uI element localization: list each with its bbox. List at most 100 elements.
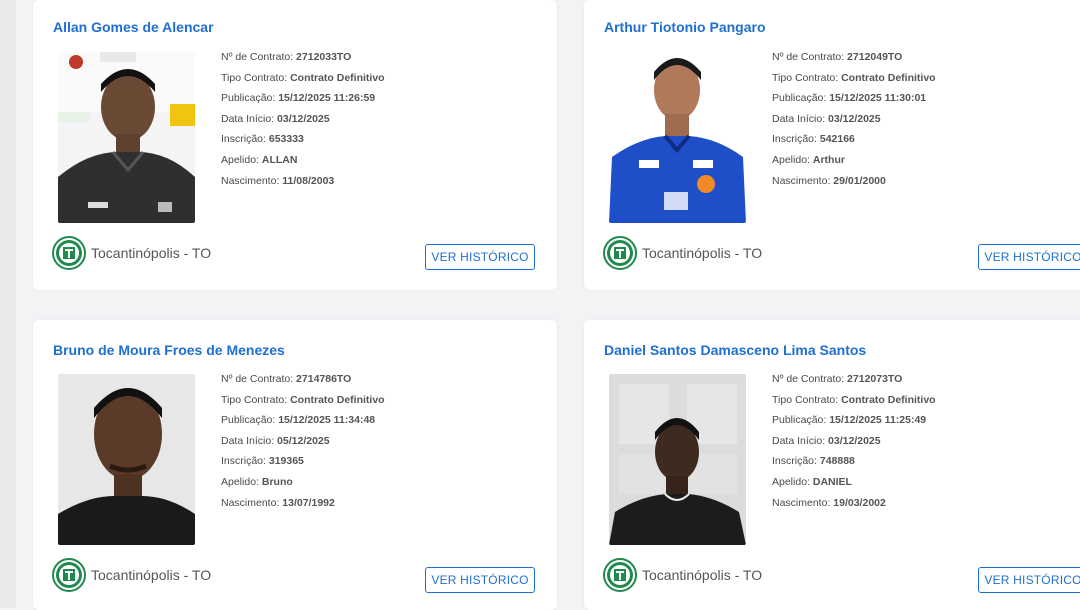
- registration-value: 748888: [819, 455, 855, 468]
- start-date-label: Data Início:: [772, 434, 826, 447]
- club-info: Tocantinópolis - TO: [52, 558, 211, 592]
- publication-value: 15/12/2025 11:25:49: [829, 414, 927, 427]
- birth-label: Nascimento:: [221, 174, 280, 187]
- nickname-label: Apelido:: [221, 475, 259, 488]
- birth-label: Nascimento:: [772, 496, 831, 509]
- registration-label: Inscrição:: [772, 455, 817, 468]
- publication-row: Publicação: 15/12/2025 11:34:48: [221, 410, 385, 431]
- club-name: Tocantinópolis - TO: [91, 567, 212, 583]
- view-history-button[interactable]: VER HISTÓRICO: [978, 244, 1080, 270]
- registration-value: 542166: [819, 133, 855, 146]
- contract-number-value: 2712073TO: [847, 373, 903, 385]
- player-card: Allan Gomes de Alencar Nº de Contrato: 2…: [33, 0, 557, 290]
- nickname-label: Apelido:: [772, 475, 810, 488]
- registration-row: Inscrição: 319365: [221, 451, 385, 472]
- player-details: Nº de Contrato: 2712033TO Tipo Contrato:…: [221, 47, 385, 191]
- contract-type-value: Contrato Definitivo: [841, 393, 936, 406]
- publication-row: Publicação: 15/12/2025 11:30:01: [772, 88, 936, 109]
- nickname-row: Apelido: Arthur: [772, 150, 936, 171]
- publication-label: Publicação:: [772, 92, 827, 105]
- nickname-value: Bruno: [261, 475, 293, 488]
- view-history-button[interactable]: VER HISTÓRICO: [978, 567, 1080, 593]
- birth-value: 11/08/2003: [282, 174, 335, 187]
- publication-label: Publicação:: [221, 92, 276, 105]
- start-date-row: Data Início: 03/12/2025: [221, 109, 385, 130]
- start-date-label: Data Início:: [221, 112, 275, 125]
- contract-number-value: 2712033TO: [296, 51, 352, 63]
- nickname-row: Apelido: Bruno: [221, 472, 385, 493]
- start-date-value: 03/12/2025: [277, 112, 330, 125]
- contract-number-label: Nº de Contrato:: [772, 51, 845, 63]
- contract-type-label: Tipo Contrato:: [221, 71, 288, 84]
- player-name[interactable]: Daniel Santos Damasceno Lima Santos: [604, 342, 866, 358]
- birth-label: Nascimento:: [772, 174, 831, 187]
- contract-type-value: Contrato Definitivo: [290, 393, 385, 406]
- start-date-row: Data Início: 05/12/2025: [221, 431, 385, 452]
- club-info: Tocantinópolis - TO: [52, 236, 211, 270]
- player-name[interactable]: Arthur Tiotonio Pangaro: [604, 19, 766, 35]
- club-name: Tocantinópolis - TO: [642, 245, 763, 261]
- contract-type-row: Tipo Contrato: Contrato Definitivo: [221, 68, 385, 89]
- registration-label: Inscrição:: [221, 455, 266, 468]
- contract-type-value: Contrato Definitivo: [841, 71, 936, 84]
- nickname-label: Apelido:: [772, 153, 810, 166]
- player-details: Nº de Contrato: 2714786TO Tipo Contrato:…: [221, 369, 385, 513]
- contract-type-label: Tipo Contrato:: [772, 393, 839, 406]
- player-card: Bruno de Moura Froes de Menezes Nº de Co…: [33, 320, 557, 610]
- contract-number-value: 2712049TO: [847, 51, 903, 63]
- registration-label: Inscrição:: [772, 133, 817, 146]
- birth-row: Nascimento: 19/03/2002: [772, 493, 936, 514]
- club-name: Tocantinópolis - TO: [91, 245, 212, 261]
- view-history-button[interactable]: VER HISTÓRICO: [425, 567, 535, 593]
- birth-value: 13/07/1992: [282, 496, 335, 509]
- publication-label: Publicação:: [772, 414, 827, 427]
- contract-number-value: 2714786TO: [296, 373, 352, 385]
- player-card: Arthur Tiotonio Pangaro Nº de Contrato: …: [584, 0, 1080, 290]
- nickname-label: Apelido:: [221, 153, 259, 166]
- nickname-value: ALLAN: [261, 153, 298, 166]
- view-history-button[interactable]: VER HISTÓRICO: [425, 244, 535, 270]
- player-photo: [609, 52, 746, 223]
- tocantinopolis-crest-icon: [603, 236, 637, 270]
- club-info: Tocantinópolis - TO: [603, 236, 762, 270]
- contract-type-value: Contrato Definitivo: [290, 71, 385, 84]
- player-details: Nº de Contrato: 2712049TO Tipo Contrato:…: [772, 47, 936, 191]
- publication-value: 15/12/2025 11:34:48: [278, 414, 376, 427]
- nickname-row: Apelido: ALLAN: [221, 150, 385, 171]
- contract-type-row: Tipo Contrato: Contrato Definitivo: [772, 390, 936, 411]
- contract-type-label: Tipo Contrato:: [772, 71, 839, 84]
- contract-number-row: Nº de Contrato: 2712033TO: [221, 47, 385, 68]
- birth-row: Nascimento: 13/07/1992: [221, 493, 385, 514]
- registration-value: 319365: [268, 455, 304, 468]
- player-name[interactable]: Allan Gomes de Alencar: [53, 19, 214, 35]
- start-date-label: Data Início:: [221, 434, 275, 447]
- registration-value: 653333: [268, 133, 304, 146]
- player-details: Nº de Contrato: 2712073TO Tipo Contrato:…: [772, 369, 936, 513]
- birth-row: Nascimento: 29/01/2000: [772, 171, 936, 192]
- club-info: Tocantinópolis - TO: [603, 558, 762, 592]
- publication-value: 15/12/2025 11:30:01: [829, 92, 927, 105]
- contract-number-row: Nº de Contrato: 2712049TO: [772, 47, 936, 68]
- start-date-row: Data Início: 03/12/2025: [772, 431, 936, 452]
- player-photo: [58, 52, 195, 223]
- contract-number-label: Nº de Contrato:: [221, 373, 294, 385]
- player-card: Daniel Santos Damasceno Lima Santos Nº d…: [584, 320, 1080, 610]
- club-name: Tocantinópolis - TO: [642, 567, 763, 583]
- page-left-gutter: [0, 0, 16, 608]
- player-photo: [58, 374, 195, 545]
- nickname-value: Arthur: [812, 153, 845, 166]
- tocantinopolis-crest-icon: [603, 558, 637, 592]
- registration-label: Inscrição:: [221, 133, 266, 146]
- publication-row: Publicação: 15/12/2025 11:26:59: [221, 88, 385, 109]
- contract-type-row: Tipo Contrato: Contrato Definitivo: [772, 68, 936, 89]
- contract-number-row: Nº de Contrato: 2714786TO: [221, 369, 385, 390]
- contract-number-label: Nº de Contrato:: [221, 51, 294, 63]
- contract-type-row: Tipo Contrato: Contrato Definitivo: [221, 390, 385, 411]
- start-date-value: 05/12/2025: [277, 434, 330, 447]
- registration-row: Inscrição: 653333: [221, 129, 385, 150]
- contract-number-row: Nº de Contrato: 2712073TO: [772, 369, 936, 390]
- registration-row: Inscrição: 542166: [772, 129, 936, 150]
- start-date-label: Data Início:: [772, 112, 826, 125]
- publication-row: Publicação: 15/12/2025 11:25:49: [772, 410, 936, 431]
- player-name[interactable]: Bruno de Moura Froes de Menezes: [53, 342, 285, 358]
